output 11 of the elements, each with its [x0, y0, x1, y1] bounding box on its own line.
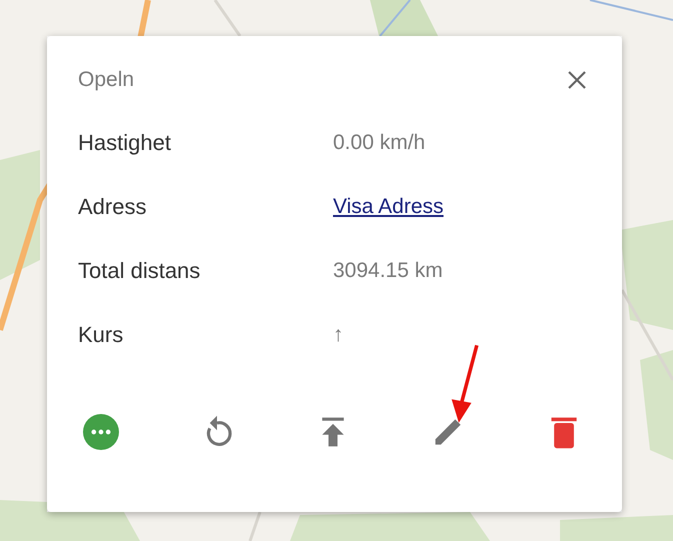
field-value: 3094.15 km [333, 259, 443, 283]
field-label: Kurs [78, 322, 124, 348]
close-icon[interactable] [567, 70, 587, 90]
field-label: Total distans [78, 258, 202, 284]
address-link[interactable]: Visa Adress [333, 195, 444, 219]
field-label: Adress [78, 194, 148, 220]
field-value: ↑ [333, 323, 344, 347]
field-label: Hastighet [78, 130, 172, 156]
field-value: 0.00 km/h [333, 131, 426, 155]
popup-title: Opeln [78, 68, 134, 92]
more-icon[interactable] [83, 414, 119, 450]
